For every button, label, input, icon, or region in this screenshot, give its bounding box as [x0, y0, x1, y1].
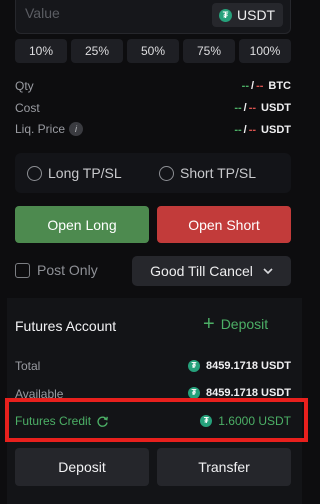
- qty-value: -- / -- BTC: [242, 80, 291, 92]
- cost-separator: /: [243, 102, 247, 114]
- tether-icon: ₮: [200, 415, 213, 427]
- post-only-checkbox[interactable]: Post Only: [15, 262, 98, 278]
- cost-long-value: --: [234, 102, 242, 114]
- radio-circle-icon: [159, 165, 174, 181]
- total-label-text: Total: [15, 359, 41, 373]
- cost-label: Cost: [15, 101, 40, 115]
- percent-buttons: 10% 25% 50% 75% 100%: [15, 39, 291, 63]
- time-in-force-select[interactable]: Good Till Cancel: [132, 256, 291, 286]
- liq-price-label: Liq. Price i: [15, 122, 84, 136]
- transfer-button[interactable]: Transfer: [157, 448, 291, 486]
- value-placeholder: Value: [25, 5, 60, 21]
- radio-circle-icon: [27, 165, 42, 181]
- open-short-button[interactable]: Open Short: [157, 206, 291, 243]
- time-in-force-value: Good Till Cancel: [150, 263, 253, 279]
- futures-account-title: Futures Account: [15, 318, 117, 334]
- liq-price-value: -- / -- USDT: [234, 124, 291, 136]
- tether-icon: ₮: [219, 8, 232, 22]
- deposit-link-label: Deposit: [220, 316, 269, 332]
- cost-unit: USDT: [261, 102, 291, 114]
- total-label: Total: [15, 359, 40, 373]
- post-only-label: Post Only: [37, 262, 98, 278]
- long-tpsl-radio[interactable]: Long TP/SL: [27, 165, 122, 181]
- futures-credit-label-text: Futures Credit: [15, 414, 92, 428]
- percent-10-button[interactable]: 10%: [15, 39, 67, 63]
- qty-label: Qty: [15, 79, 34, 93]
- value-input[interactable]: Value ₮ USDT: [15, 0, 291, 34]
- tether-icon: ₮: [188, 360, 200, 372]
- tpsl-options: Long TP/SL Short TP/SL: [15, 153, 291, 193]
- deposit-button[interactable]: Deposit: [15, 448, 149, 486]
- liq-long-value: --: [234, 124, 242, 136]
- qty-short-value: --: [256, 80, 264, 92]
- liq-unit: USDT: [261, 124, 291, 136]
- qty-separator: /: [251, 80, 255, 92]
- liq-short-value: --: [248, 124, 257, 136]
- cost-value: -- / -- USDT: [234, 102, 291, 114]
- cost-short-value: --: [248, 102, 257, 114]
- chevron-down-icon: [263, 267, 273, 274]
- long-tpsl-label: Long TP/SL: [48, 165, 122, 181]
- percent-100-button[interactable]: 100%: [239, 39, 291, 63]
- coin-selector[interactable]: ₮ USDT: [212, 3, 283, 27]
- checkbox-icon: [15, 262, 30, 278]
- futures-credit-label: Futures Credit: [15, 414, 109, 428]
- qty-long-value: --: [241, 80, 249, 92]
- total-value: ₮ 8459.1718 USDT: [188, 360, 291, 372]
- deposit-link[interactable]: + Deposit: [203, 313, 269, 335]
- short-tpsl-label: Short TP/SL: [180, 165, 257, 181]
- info-icon[interactable]: i: [69, 122, 84, 136]
- liq-separator: /: [243, 124, 247, 136]
- futures-credit-value: ₮ 1.6000 USDT: [200, 414, 291, 428]
- percent-75-button[interactable]: 75%: [183, 39, 235, 63]
- coin-label: USDT: [237, 7, 276, 23]
- cost-label-text: Cost: [15, 101, 40, 115]
- percent-50-button[interactable]: 50%: [127, 39, 179, 63]
- qty-unit: BTC: [268, 80, 291, 92]
- futures-credit-value-text: 1.6000 USDT: [218, 414, 291, 428]
- open-long-button[interactable]: Open Long: [15, 206, 149, 243]
- percent-25-button[interactable]: 25%: [71, 39, 123, 63]
- qty-label-text: Qty: [15, 79, 34, 93]
- refresh-icon[interactable]: [96, 415, 109, 428]
- total-value-text: 8459.1718 USDT: [206, 360, 291, 372]
- liq-price-label-text: Liq. Price: [15, 122, 66, 136]
- short-tpsl-radio[interactable]: Short TP/SL: [159, 165, 256, 181]
- plus-icon: +: [203, 313, 215, 335]
